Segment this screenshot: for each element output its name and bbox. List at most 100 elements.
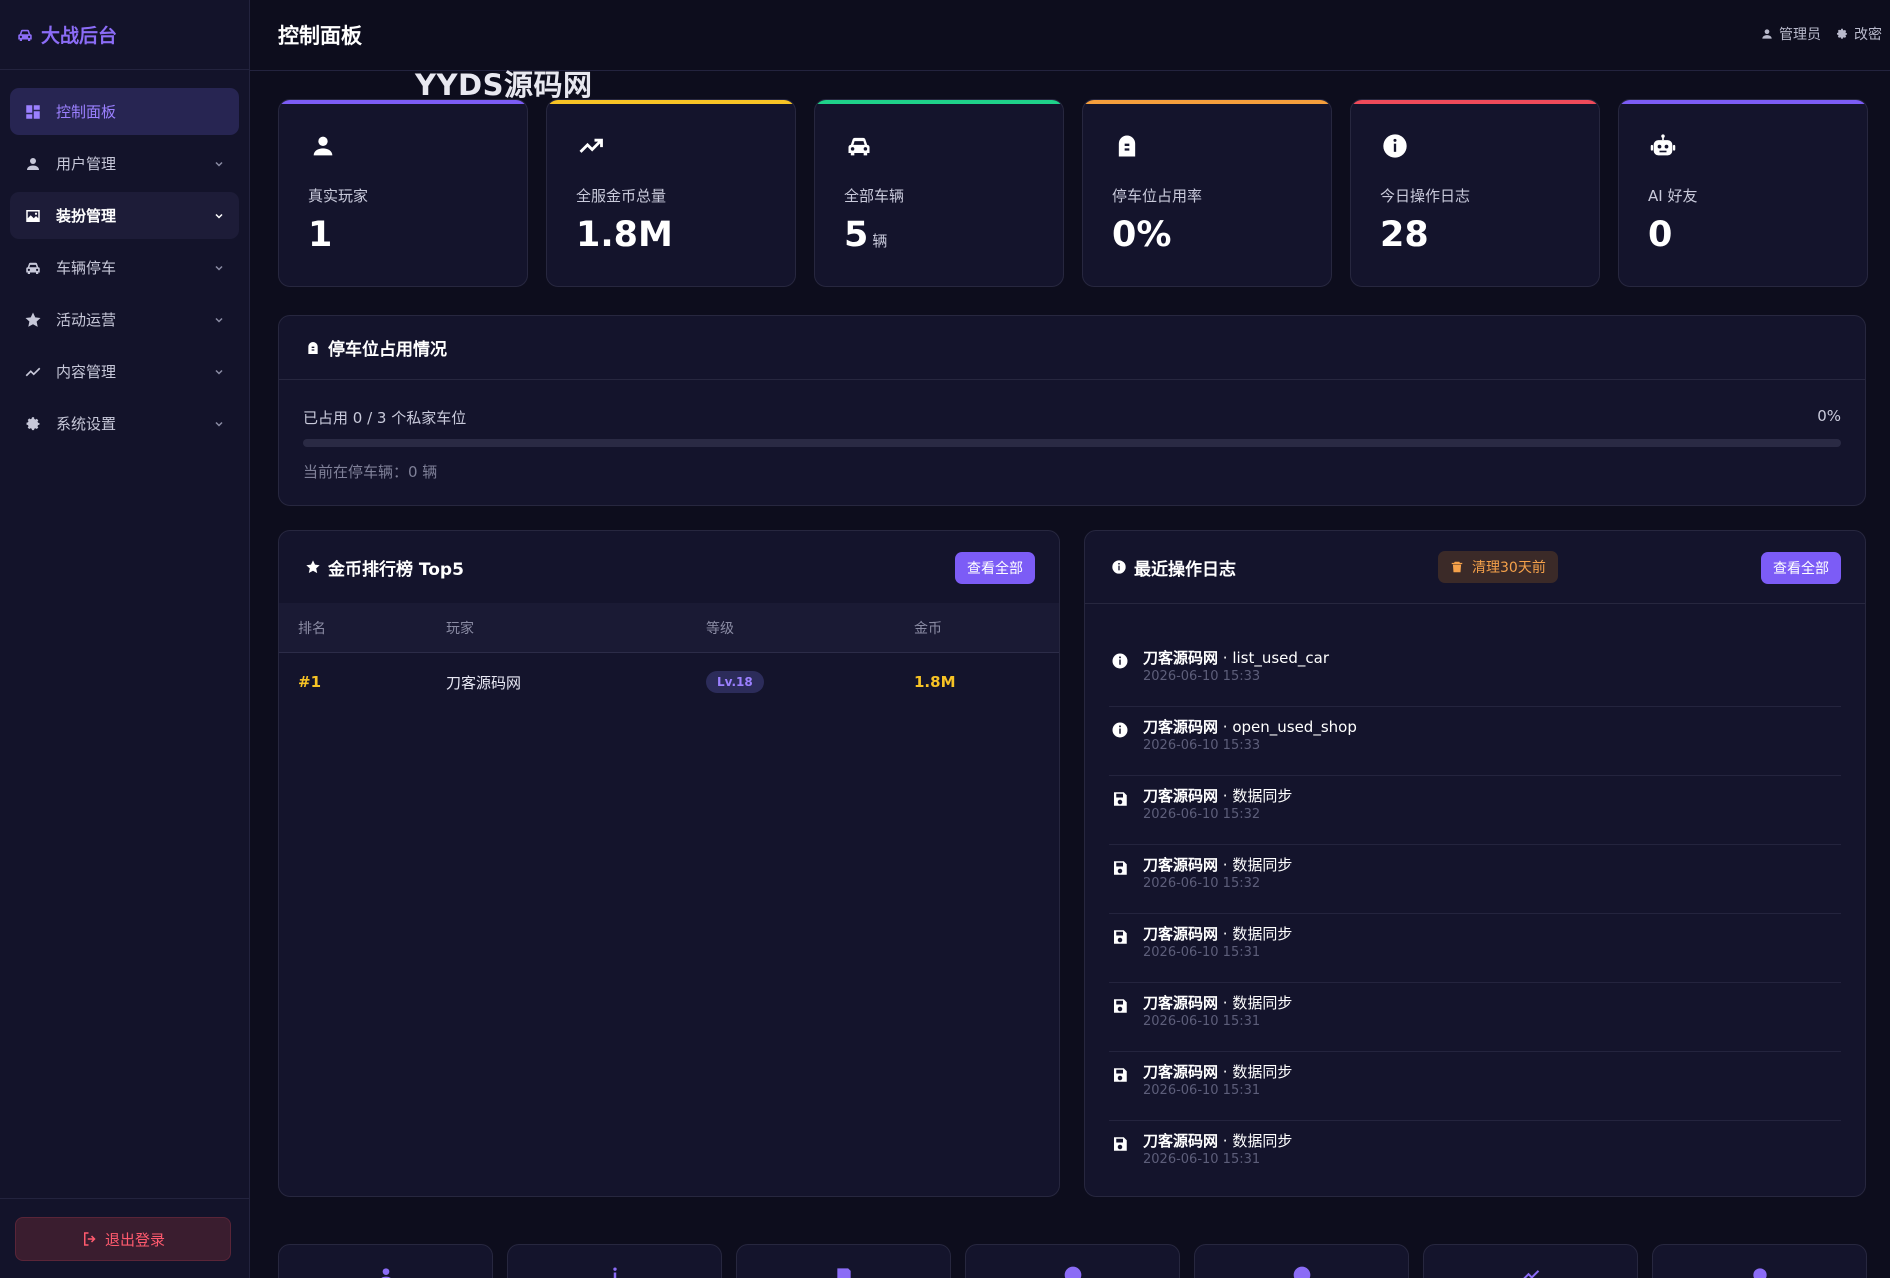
clear-old-logs-button[interactable]: 清理30天前 [1438, 551, 1558, 583]
user-label: 管理员 [1779, 27, 1821, 43]
change-password-label: 改密 [1854, 27, 1882, 43]
stat-label: AI 好友 [1648, 187, 1698, 205]
save-icon [1111, 790, 1129, 808]
sidebar-item-settings[interactable]: 系统设置 [10, 400, 239, 447]
log-action: · 数据同步 [1218, 787, 1293, 805]
quick-card-save[interactable] [736, 1244, 951, 1278]
stat-label: 全服金币总量 [576, 187, 667, 205]
chevron-down-icon [215, 317, 223, 323]
quick-card-trend[interactable] [1423, 1244, 1638, 1278]
log-item[interactable]: 刀客源码网 · 数据同步 2026-06-10 15:32 [1109, 776, 1841, 845]
stat-unit: 辆 [872, 232, 888, 250]
view-all-logs-button[interactable]: 查看全部 [1761, 552, 1841, 584]
sidebar-item-content[interactable]: 内容管理 [10, 348, 239, 395]
quick-card-circle-b[interactable] [1194, 1244, 1409, 1278]
log-message: 刀客源码网 · open_used_shop [1143, 716, 1357, 737]
quick-card-circle-a[interactable] [965, 1244, 1180, 1278]
parking-icon [308, 341, 318, 354]
stat-card-ai-friends[interactable]: AI 好友 0 [1618, 99, 1868, 287]
stat-accent-bar [547, 100, 795, 104]
sidebar-nav: 控制面板 用户管理 装扮管理 车辆停车 活动运营 内容管理 系统设置 [0, 70, 249, 470]
top-header: 控制面板 管理员 改密 [250, 0, 1890, 71]
header-actions: 管理员 改密 [1760, 24, 1882, 44]
log-item[interactable]: 刀客源码网 · list_used_car 2026-06-10 15:33 [1109, 638, 1841, 707]
chevron-down-icon [215, 265, 223, 271]
sidebar-item-label: 车辆停车 [56, 259, 117, 277]
sidebar-item-events[interactable]: 活动运营 [10, 296, 239, 343]
panel-header: 停车位占用情况 [279, 316, 1865, 380]
log-message: 刀客源码网 · list_used_car [1143, 647, 1329, 668]
column-header-coins[interactable]: 金币 [914, 603, 942, 652]
sidebar-item-outfits[interactable]: 装扮管理 [10, 192, 239, 239]
log-timestamp: 2026-06-10 15:31 [1143, 1083, 1261, 1098]
stat-label: 全部车辆 [844, 187, 905, 205]
log-user: 刀客源码网 [1143, 718, 1219, 736]
quick-card-info[interactable] [507, 1244, 722, 1278]
info-icon [1111, 721, 1129, 739]
log-item[interactable]: 刀客源码网 · 数据同步 2026-06-10 15:31 [1109, 983, 1841, 1052]
log-timestamp: 2026-06-10 15:31 [1143, 945, 1261, 960]
stat-card-vehicles[interactable]: 全部车辆 5辆 [814, 99, 1064, 287]
stat-label: 停车位占用率 [1112, 187, 1203, 205]
sidebar-item-label: 控制面板 [56, 103, 117, 121]
occupancy-progress [303, 439, 1841, 447]
trend-icon [577, 132, 605, 160]
view-all-button[interactable]: 查看全部 [955, 552, 1035, 584]
log-user: 刀客源码网 [1143, 787, 1219, 805]
gear-icon [24, 415, 42, 433]
sidebar-item-vehicles[interactable]: 车辆停车 [10, 244, 239, 291]
log-item[interactable]: 刀客源码网 · 数据同步 2026-06-10 15:31 [1109, 1121, 1841, 1190]
stat-label: 今日操作日志 [1380, 187, 1471, 205]
log-item[interactable]: 刀客源码网 · 数据同步 2026-06-10 15:32 [1109, 845, 1841, 914]
sidebar-item-label: 内容管理 [56, 363, 117, 381]
stat-card-logs-today[interactable]: 今日操作日志 28 [1350, 99, 1600, 287]
log-item[interactable]: 刀客源码网 · 数据同步 2026-06-10 15:31 [1109, 914, 1841, 983]
user-icon [1762, 29, 1772, 39]
circle-icon [1063, 1265, 1083, 1278]
sidebar: 大战后台 控制面板 用户管理 装扮管理 车辆停车 活动运营 内容管理 系统设置 … [0, 0, 250, 1278]
log-item[interactable]: 刀客源码网 · 数据同步 2026-06-10 15:31 [1109, 1052, 1841, 1121]
log-item[interactable]: 刀客源码网 · open_used_shop 2026-06-10 15:33 [1109, 707, 1841, 776]
quick-card-users[interactable] [278, 1244, 493, 1278]
info-icon [605, 1265, 625, 1278]
quick-card-settings[interactable] [1652, 1244, 1867, 1278]
stat-card-players[interactable]: 真实玩家 1 [278, 99, 528, 287]
chevron-down-icon [215, 369, 223, 375]
sidebar-item-dashboard[interactable]: 控制面板 [10, 88, 239, 135]
log-user: 刀客源码网 [1143, 1063, 1219, 1081]
log-user: 刀客源码网 [1143, 994, 1219, 1012]
stat-accent-bar [815, 100, 1063, 104]
log-user: 刀客源码网 [1143, 1132, 1219, 1150]
level-cell: Lv.18 [706, 653, 764, 711]
sidebar-item-users[interactable]: 用户管理 [10, 140, 239, 187]
logout-button[interactable]: 退出登录 [15, 1217, 231, 1261]
brand[interactable]: 大战后台 [0, 0, 249, 70]
sidebar-item-label: 装扮管理 [56, 207, 117, 225]
column-header-player[interactable]: 玩家 [446, 603, 474, 652]
user-icon [376, 1265, 396, 1278]
change-password-button[interactable]: 改密 [1835, 24, 1882, 44]
log-message: 刀客源码网 · 数据同步 [1143, 1061, 1292, 1082]
sidebar-item-label: 用户管理 [56, 155, 117, 173]
column-header-rank[interactable]: 排名 [298, 603, 326, 652]
panel-title: 停车位占用情况 [305, 335, 447, 360]
log-message: 刀客源码网 · 数据同步 [1143, 854, 1292, 875]
clear-old-logs-label: 清理30天前 [1472, 560, 1546, 576]
user-menu[interactable]: 管理员 [1760, 24, 1821, 44]
log-list: 刀客源码网 · list_used_car 2026-06-10 15:33 刀客源… [1109, 638, 1841, 1190]
stat-accent-bar [1619, 100, 1867, 104]
gear-icon [1836, 28, 1848, 39]
star-icon [24, 311, 42, 329]
column-header-level[interactable]: 等级 [706, 603, 734, 652]
stat-card-coins[interactable]: 全服金币总量 1.8M [546, 99, 796, 287]
stat-value: 5辆 [844, 215, 888, 255]
rank-cell: #1 [298, 673, 322, 691]
player-cell: 刀客源码网 [446, 673, 522, 692]
panel-title: 金币排行榜 Top5 [305, 555, 464, 580]
table-row[interactable]: #1 刀客源码网 Lv.18 1.8M [279, 653, 1059, 711]
stat-card-parking-rate[interactable]: 停车位占用率 0% [1082, 99, 1332, 287]
stat-accent-bar [1351, 100, 1599, 104]
car-icon [24, 259, 42, 277]
stat-accent-bar [1083, 100, 1331, 104]
user-icon [24, 155, 42, 173]
